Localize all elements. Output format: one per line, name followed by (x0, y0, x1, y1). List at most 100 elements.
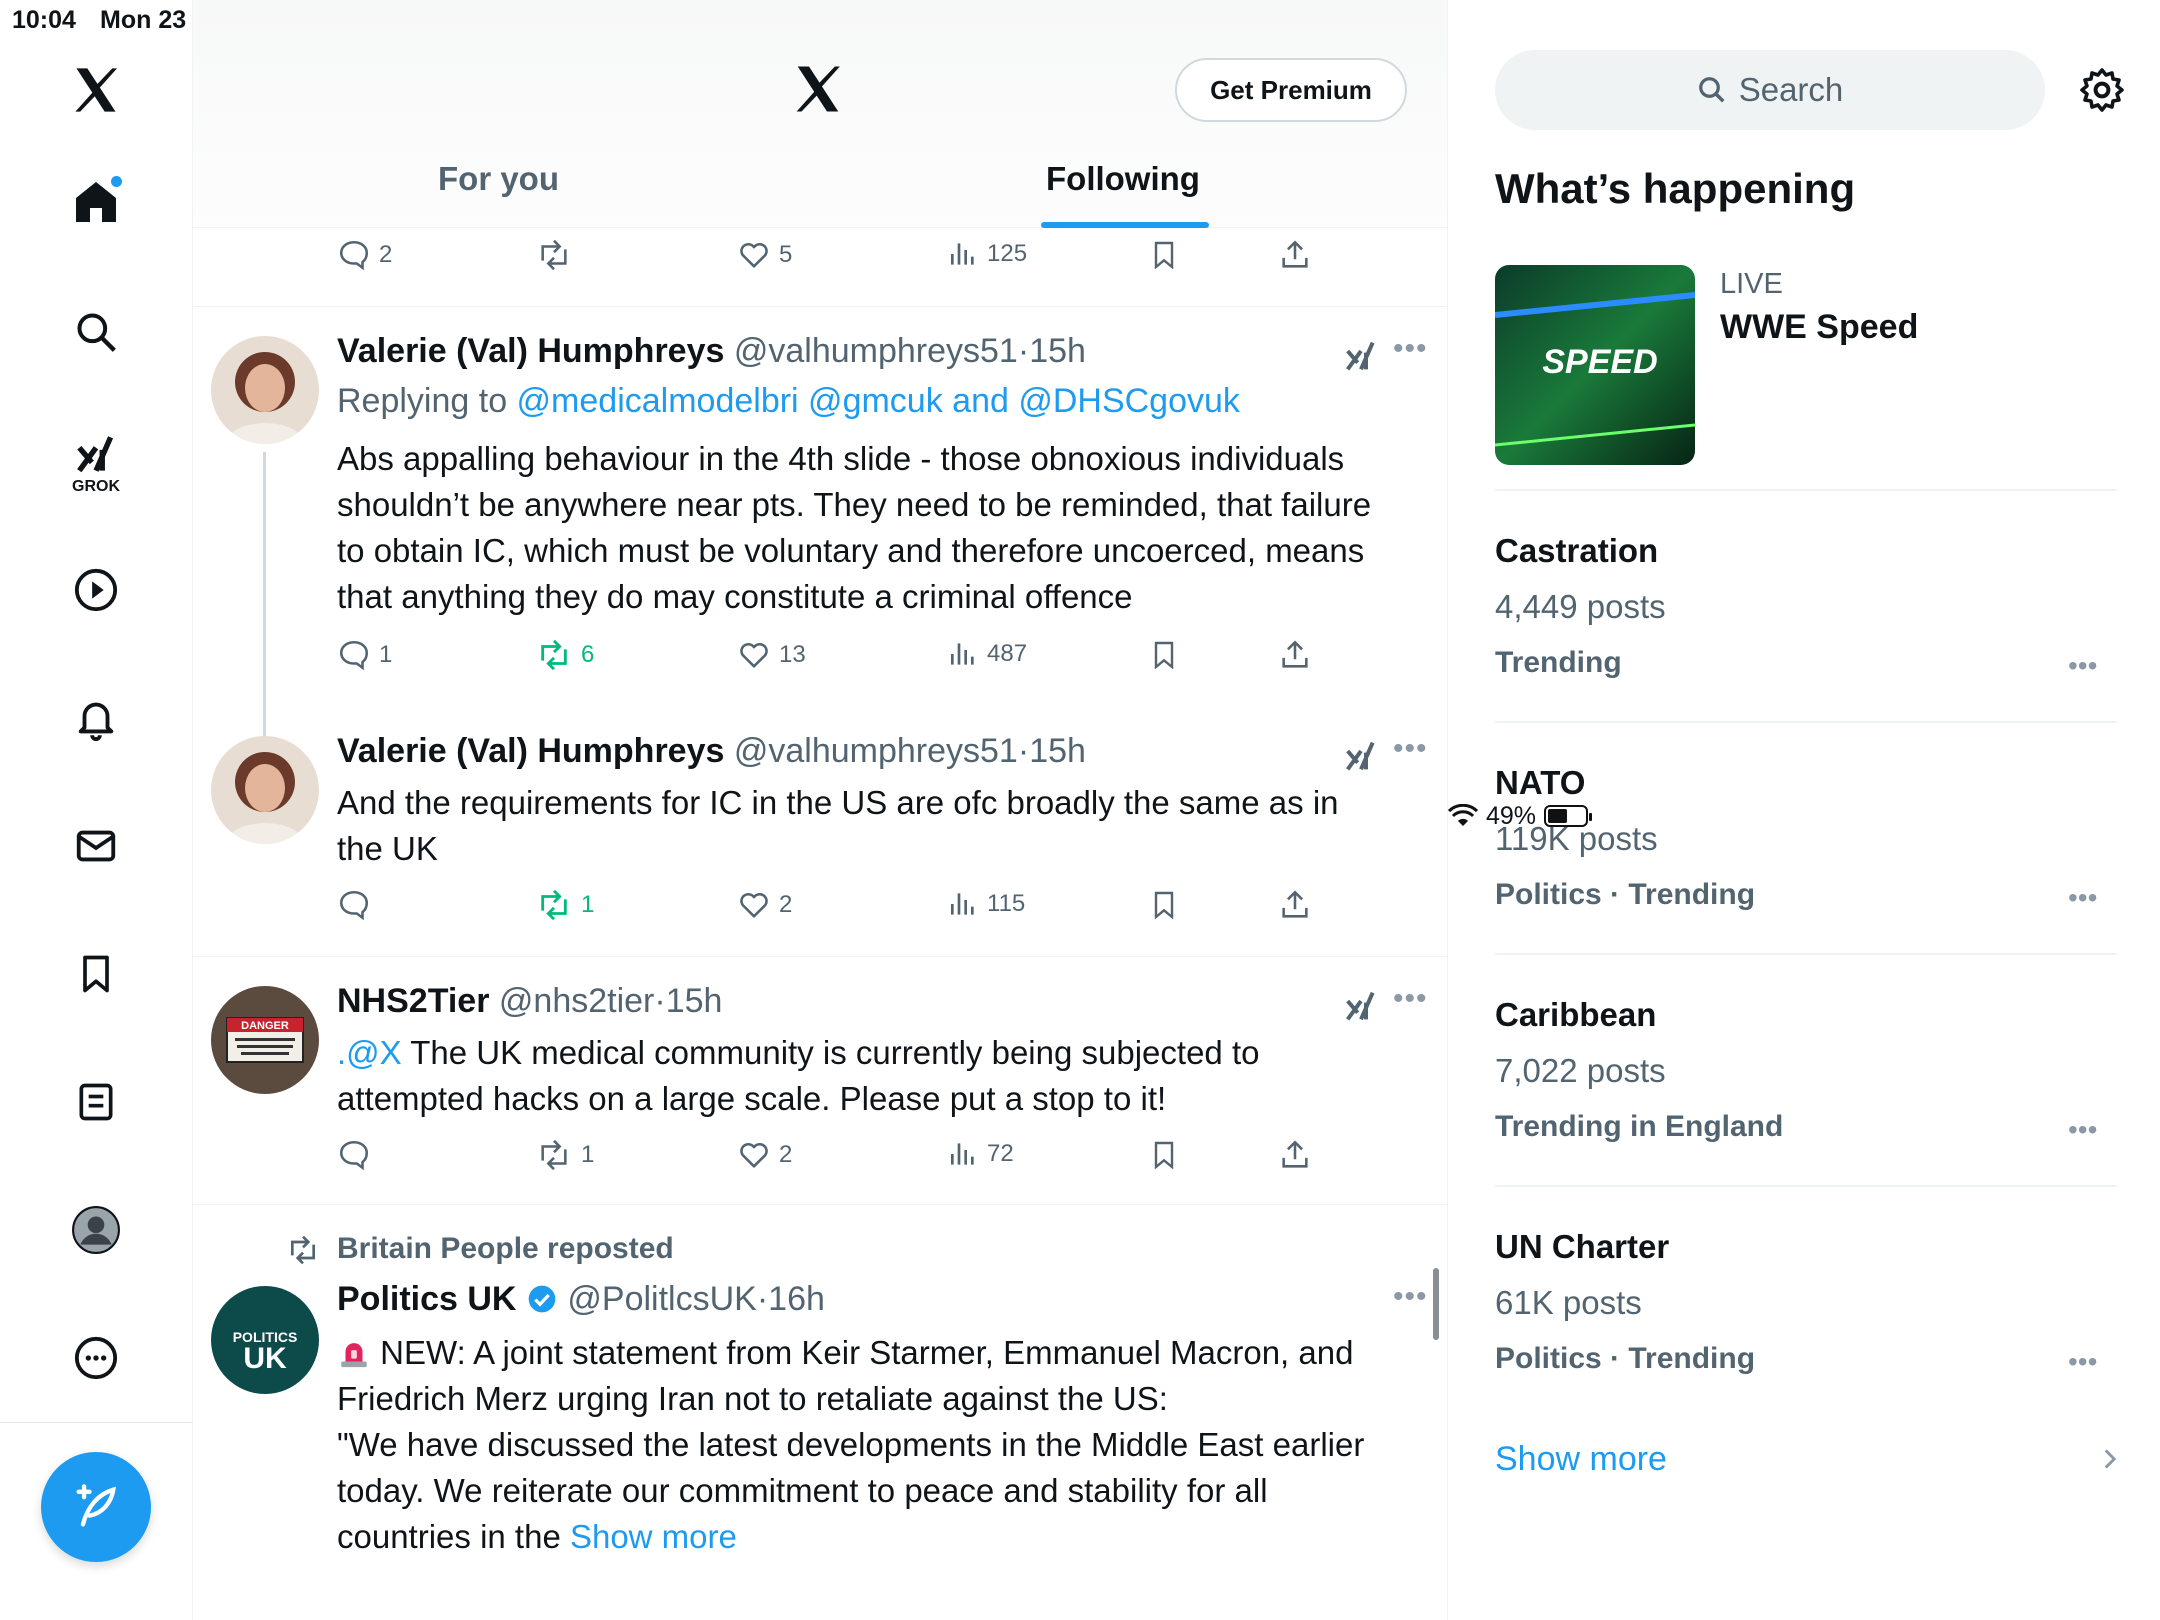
reply-count: 2 (379, 241, 393, 268)
tweet-more-icon[interactable]: ••• (1393, 332, 1428, 366)
author-name[interactable]: Politics UK (337, 1280, 516, 1318)
tweet-more-icon[interactable]: ••• (1393, 982, 1428, 1016)
reply-icon (339, 640, 369, 671)
author-handle[interactable]: @valhumphreys51 (734, 332, 1018, 370)
trend-count: 7,022 posts (1495, 1052, 1666, 1089)
like-button[interactable]: 2 (737, 1138, 792, 1172)
like-button[interactable]: 13 (737, 638, 806, 672)
author-name[interactable]: Valerie (Val) Humphreys (337, 732, 724, 770)
trend-more-icon[interactable]: ••• (2068, 650, 2097, 682)
tweet-time[interactable]: 15h (666, 982, 723, 1020)
thumbnail-text: SPEED (1542, 343, 1657, 381)
bookmark-button[interactable] (1148, 888, 1180, 922)
views-count: 115 (987, 890, 1026, 917)
avatar-sign-text: DANGER (241, 1020, 289, 1032)
reply-button[interactable]: 1 (337, 638, 392, 672)
trend-more-icon[interactable]: ••• (2068, 882, 2097, 914)
tab-following[interactable]: Following (1046, 160, 1200, 198)
grok-icon[interactable] (66, 424, 126, 484)
messages-icon[interactable] (66, 816, 126, 876)
bookmarks-icon[interactable] (66, 944, 126, 1004)
share-button[interactable] (1278, 238, 1312, 272)
author-handle[interactable]: @nhs2tier (499, 982, 654, 1020)
trend-category: Trending in England (1495, 1110, 1784, 1143)
tweet-time[interactable]: 15h (1029, 732, 1086, 770)
trend-category: Politics · Trending (1495, 1342, 1756, 1375)
search-icon (1698, 77, 1725, 103)
views-count: 487 (987, 640, 1028, 667)
retweet-button[interactable]: 1 (535, 888, 594, 922)
bookmark-button[interactable] (1148, 638, 1180, 672)
avatar[interactable]: POLITICS UK (211, 1286, 319, 1394)
retweet-count: 6 (581, 641, 595, 668)
chevron-right-icon (2098, 1442, 2122, 1481)
tweet-text: And the requirements for IC in the US ar… (337, 784, 1339, 867)
search-icon[interactable] (66, 302, 126, 362)
bookmark-icon (1154, 891, 1174, 920)
show-more-trends-link[interactable]: Show more (1495, 1440, 1667, 1479)
views-button[interactable]: 72 (947, 1138, 1014, 1170)
views-button[interactable]: 125 (947, 238, 1027, 270)
tweet-more-icon[interactable]: ••• (1393, 732, 1428, 766)
settings-gear-icon[interactable] (2078, 66, 2126, 119)
like-button[interactable]: 2 (737, 888, 792, 922)
replying-prefix: Replying to (337, 382, 517, 420)
like-button[interactable]: 5 (737, 238, 792, 272)
reply-button[interactable] (337, 1138, 371, 1172)
scrollbar[interactable] (1433, 1268, 1439, 1340)
tweet-quote-text: "We have discussed the latest developmen… (337, 1426, 1365, 1555)
video-icon[interactable] (66, 560, 126, 620)
share-button[interactable] (1278, 638, 1312, 672)
views-chart-icon (951, 1143, 974, 1165)
lists-icon[interactable] (66, 1072, 126, 1132)
more-options-icon[interactable] (66, 1328, 126, 1388)
search-placeholder: Search (1738, 71, 1844, 108)
reply-button[interactable]: 2 (337, 238, 392, 272)
siren-emoji-icon (341, 1343, 367, 1368)
views-button[interactable]: 487 (947, 638, 1027, 670)
replying-links[interactable]: @medicalmodelbri @gmcuk and @DHSCgovuk (517, 382, 1240, 420)
tweet-time[interactable]: 16h (768, 1280, 825, 1318)
reply-icon (339, 890, 369, 921)
trend-more-icon[interactable]: ••• (2068, 1114, 2097, 1146)
share-button[interactable] (1278, 888, 1312, 922)
profile-avatar-icon[interactable] (66, 1200, 126, 1260)
compose-post-button[interactable] (41, 1452, 151, 1562)
views-chart-icon (951, 893, 974, 915)
retweet-button[interactable]: 1 (535, 1138, 594, 1172)
get-premium-button[interactable]: Get Premium (1175, 58, 1407, 122)
repost-label[interactable]: Britain People reposted (337, 1232, 674, 1266)
search-input[interactable]: Search (1495, 50, 2045, 130)
bookmark-icon (1154, 241, 1174, 270)
avatar[interactable] (211, 336, 319, 444)
views-button[interactable]: 115 (947, 888, 1025, 920)
grok-explain-icon[interactable] (1341, 986, 1381, 1031)
author-handle[interactable]: @PolitlcsUK (567, 1280, 756, 1318)
author-name[interactable]: Valerie (Val) Humphreys (337, 332, 724, 370)
retweet-button[interactable] (535, 238, 573, 272)
grok-explain-icon[interactable] (1341, 736, 1381, 781)
notifications-bell-icon[interactable] (66, 688, 126, 748)
views-count: 72 (987, 1140, 1014, 1167)
author-handle[interactable]: @valhumphreys51 (734, 732, 1018, 770)
retweet-button[interactable]: 6 (535, 638, 594, 672)
avatar[interactable] (211, 736, 319, 844)
share-button[interactable] (1278, 1138, 1312, 1172)
bookmark-button[interactable] (1148, 238, 1180, 272)
tweet-time[interactable]: 15h (1029, 332, 1086, 370)
trend-more-icon[interactable]: ••• (2068, 1346, 2097, 1378)
grok-explain-icon[interactable] (1341, 336, 1381, 381)
tweet-header: Politics UK @PolitlcsUK·16h (337, 1280, 825, 1319)
verified-badge-icon (528, 1285, 556, 1313)
reply-button[interactable] (337, 888, 371, 922)
tweet-more-icon[interactable]: ••• (1393, 1280, 1428, 1314)
author-name[interactable]: NHS2Tier (337, 982, 489, 1020)
mention-link[interactable]: .@X (337, 1034, 402, 1071)
share-icon (1282, 1140, 1308, 1168)
avatar[interactable]: DANGER (211, 986, 319, 1094)
x-logo-icon[interactable] (66, 60, 126, 120)
show-more-link[interactable]: Show more (570, 1518, 737, 1555)
bookmark-button[interactable] (1148, 1138, 1180, 1172)
tab-for-you[interactable]: For you (438, 160, 559, 198)
home-icon[interactable] (66, 172, 126, 232)
